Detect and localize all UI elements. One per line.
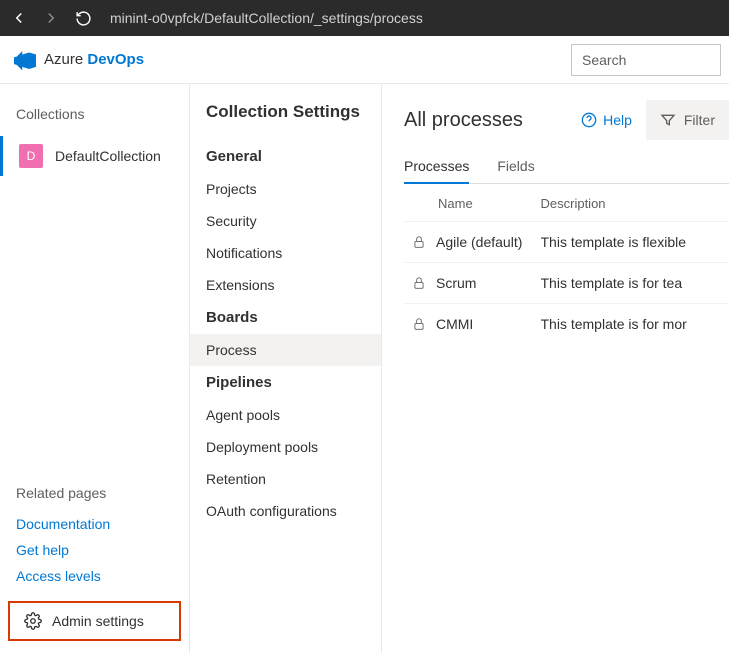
group-boards: Boards	[190, 301, 381, 334]
brand-text-strong: DevOps	[87, 51, 144, 68]
content-area: All processes Help Filter Processes Fiel…	[382, 84, 729, 653]
tab-fields[interactable]: Fields	[497, 150, 534, 183]
filter-label: Filter	[684, 112, 715, 128]
lock-icon	[412, 235, 426, 249]
col-name: Name	[404, 184, 541, 222]
url-bar[interactable]: minint-o0vpfck/DefaultCollection/_settin…	[104, 10, 721, 26]
page-title: All processes	[404, 109, 523, 132]
nav-agent-pools[interactable]: Agent pools	[190, 399, 381, 431]
link-get-help[interactable]: Get help	[0, 537, 189, 563]
process-name: Scrum	[436, 275, 476, 291]
link-documentation[interactable]: Documentation	[0, 511, 189, 537]
process-description: This template is flexible	[541, 222, 729, 263]
table-row[interactable]: Scrum This template is for tea	[404, 263, 729, 304]
tab-processes[interactable]: Processes	[404, 150, 469, 184]
search-placeholder: Search	[582, 52, 626, 68]
refresh-button[interactable]	[72, 7, 94, 29]
nav-process[interactable]: Process	[190, 334, 381, 366]
lock-icon	[412, 317, 426, 331]
collections-heading: Collections	[0, 106, 189, 136]
collection-avatar: D	[19, 144, 43, 168]
app-header: Azure DevOps Search	[0, 36, 729, 84]
nav-extensions[interactable]: Extensions	[190, 269, 381, 301]
table-row[interactable]: CMMI This template is for mor	[404, 304, 729, 345]
group-pipelines: Pipelines	[190, 366, 381, 399]
help-label: Help	[603, 112, 632, 128]
help-icon	[581, 112, 597, 128]
back-button[interactable]	[8, 7, 30, 29]
browser-chrome: minint-o0vpfck/DefaultCollection/_settin…	[0, 0, 729, 36]
process-description: This template is for tea	[541, 263, 729, 304]
tabs: Processes Fields	[404, 150, 729, 184]
group-general: General	[190, 140, 381, 173]
nav-deployment-pools[interactable]: Deployment pools	[190, 431, 381, 463]
lock-icon	[412, 276, 426, 290]
nav-projects[interactable]: Projects	[190, 173, 381, 205]
forward-button[interactable]	[40, 7, 62, 29]
nav-oauth[interactable]: OAuth configurations	[190, 495, 381, 527]
filter-icon	[660, 112, 676, 128]
related-pages-heading: Related pages	[0, 485, 189, 511]
process-table: Name Description Agile (default) This te…	[404, 184, 729, 344]
nav-notifications[interactable]: Notifications	[190, 237, 381, 269]
search-input[interactable]: Search	[571, 44, 721, 76]
settings-title: Collection Settings	[190, 102, 381, 140]
azure-devops-icon	[14, 49, 36, 71]
filter-button[interactable]: Filter	[646, 100, 729, 140]
collection-item-default[interactable]: D DefaultCollection	[0, 136, 189, 176]
nav-retention[interactable]: Retention	[190, 463, 381, 495]
process-name: CMMI	[436, 316, 473, 332]
process-description: This template is for mor	[541, 304, 729, 345]
nav-security[interactable]: Security	[190, 205, 381, 237]
left-sidebar: Collections D DefaultCollection Related …	[0, 84, 190, 653]
table-row[interactable]: Agile (default) This template is flexibl…	[404, 222, 729, 263]
admin-settings-button[interactable]: Admin settings	[8, 601, 181, 641]
admin-settings-label: Admin settings	[52, 613, 144, 629]
gear-icon	[24, 612, 42, 630]
settings-nav: Collection Settings General Projects Sec…	[190, 84, 382, 653]
collection-name: DefaultCollection	[55, 148, 161, 164]
help-link[interactable]: Help	[567, 104, 646, 136]
link-access-levels[interactable]: Access levels	[0, 563, 189, 589]
brand-logo[interactable]: Azure DevOps	[14, 49, 144, 71]
col-description: Description	[541, 184, 729, 222]
process-name: Agile (default)	[436, 234, 522, 250]
brand-text-light: Azure	[44, 51, 87, 68]
